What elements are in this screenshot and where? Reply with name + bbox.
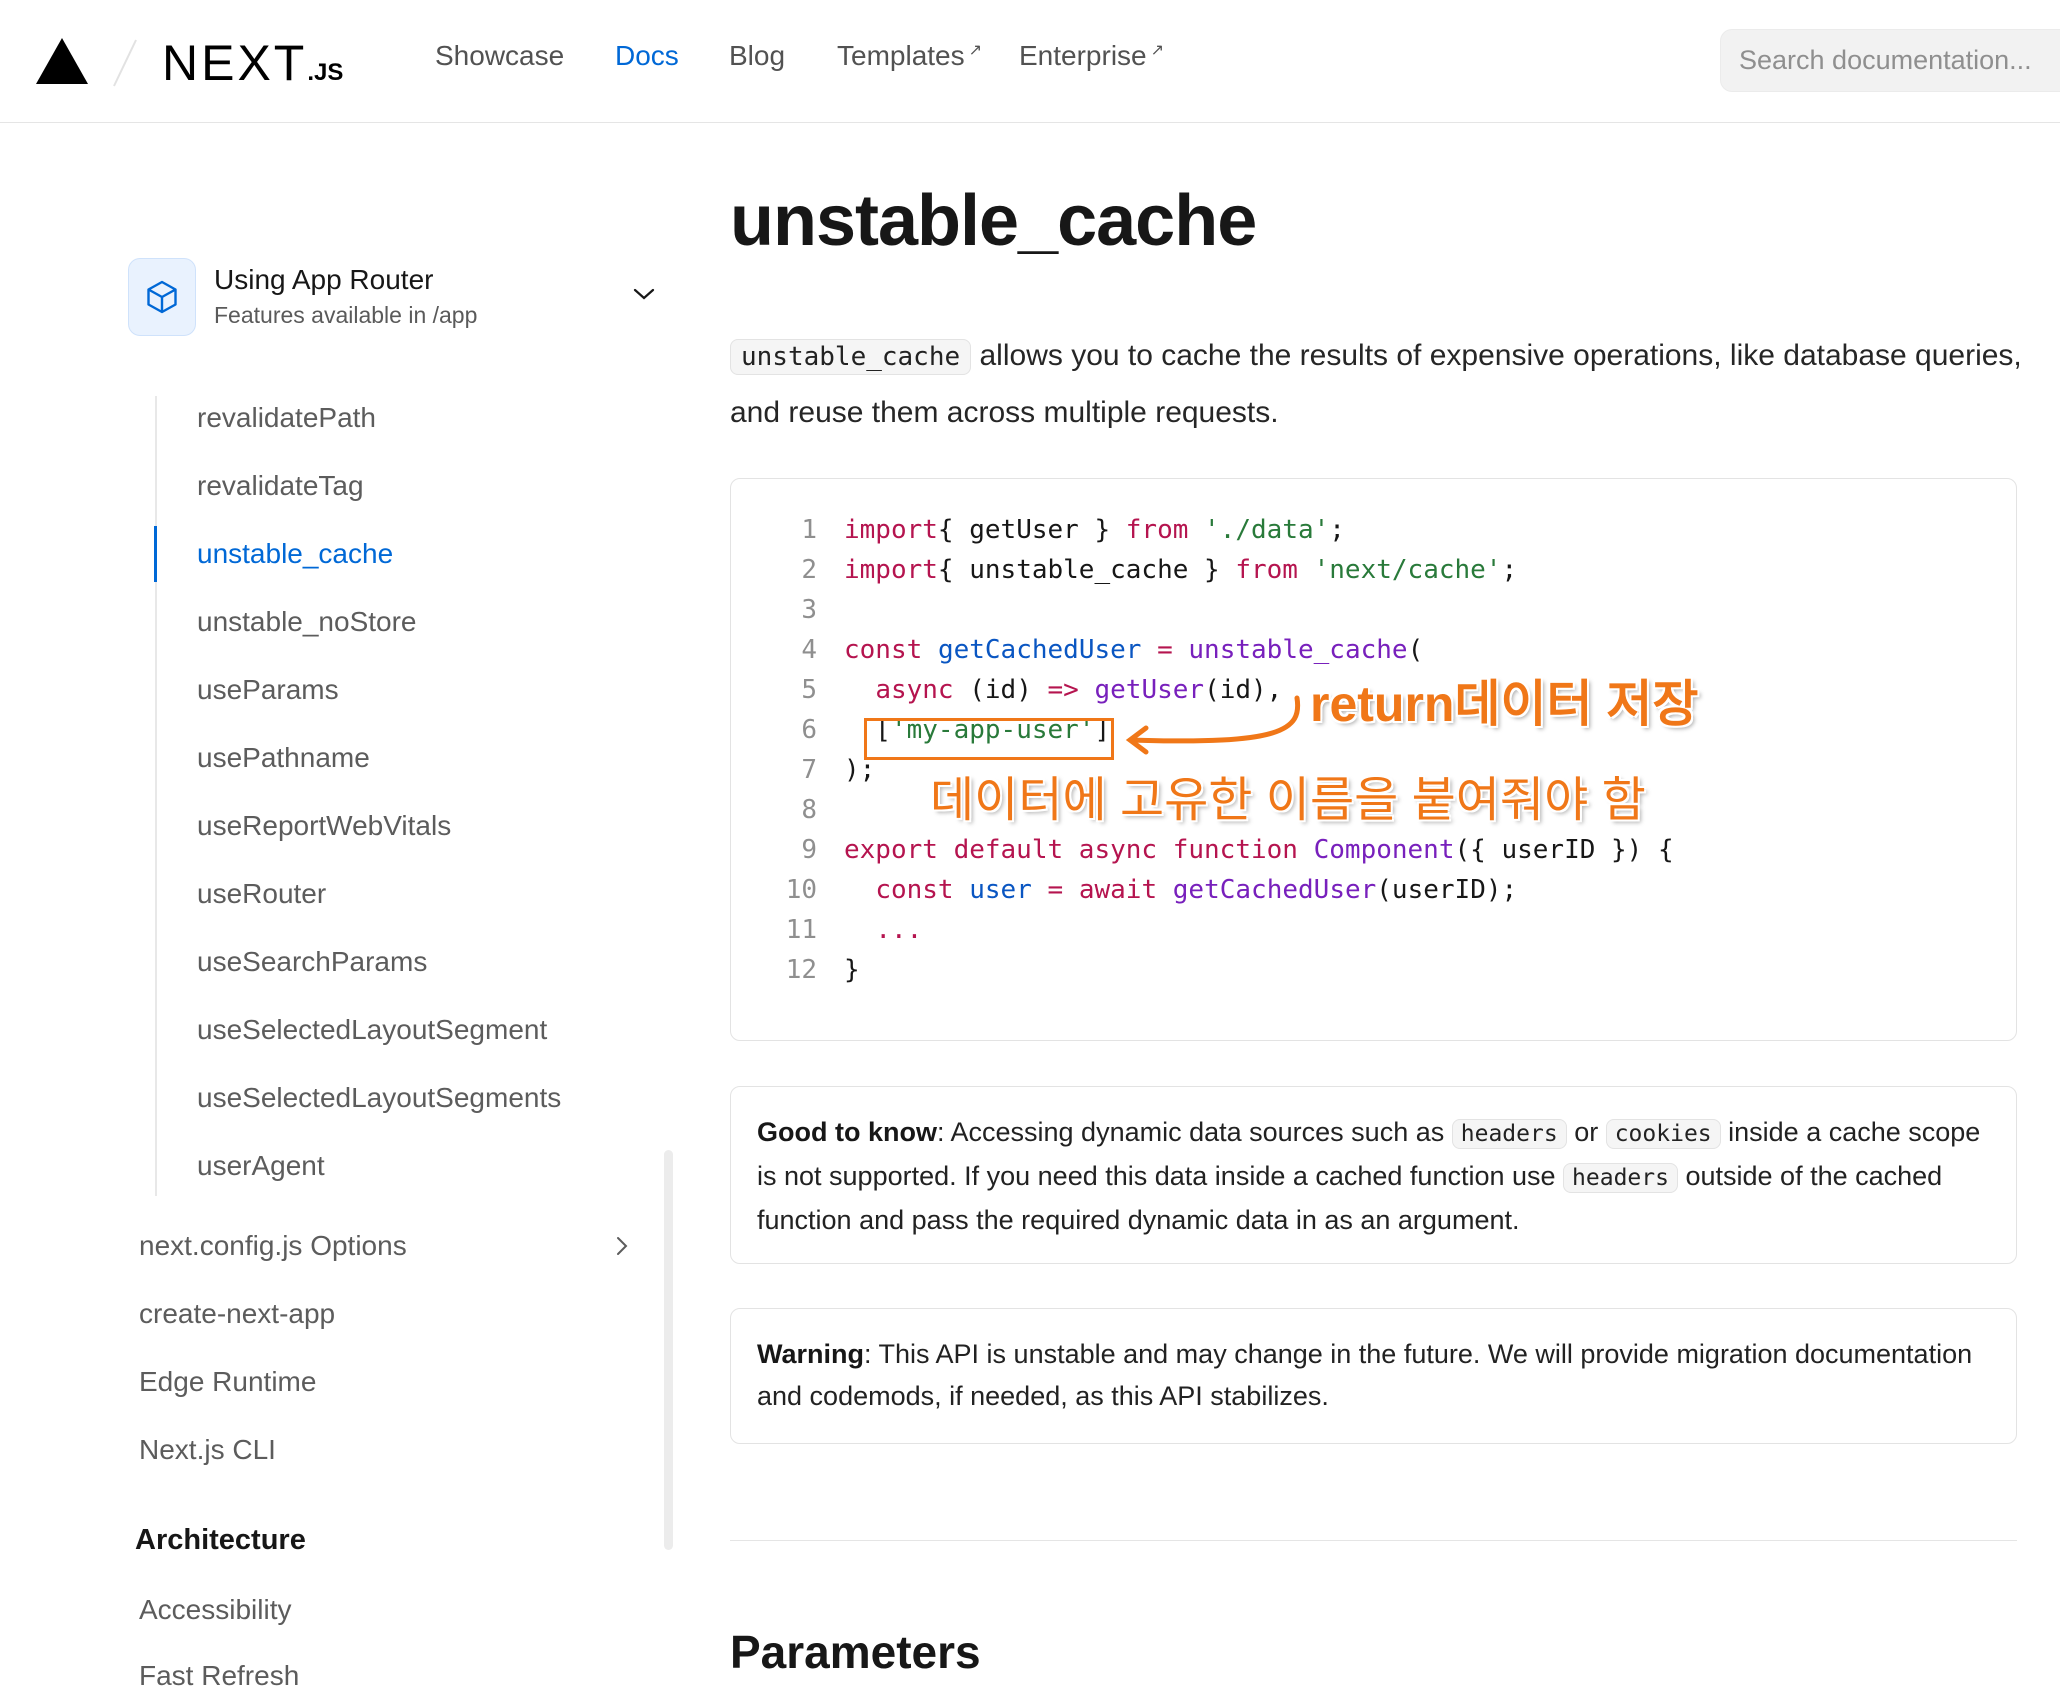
nav-label: Templates xyxy=(837,40,965,71)
chevron-down-icon xyxy=(633,288,655,300)
intro-paragraph: unstable_cache allows you to cache the r… xyxy=(730,328,2030,441)
code-text: export default async function Component(… xyxy=(844,835,1674,865)
router-selector[interactable]: Using App Router Features available in /… xyxy=(128,256,668,340)
external-link-icon: ↗ xyxy=(1150,42,1165,59)
line-number: 3 xyxy=(801,595,817,625)
nav-label: Docs xyxy=(615,40,679,71)
nav-label: Enterprise xyxy=(1019,40,1147,71)
line-number: 6 xyxy=(801,715,817,745)
brand-text: NEXT xyxy=(162,35,308,91)
code-text: const user = await getCachedUser(userID)… xyxy=(875,875,1518,905)
sidebar-item-usesearchparams[interactable]: useSearchParams xyxy=(197,946,427,978)
nav-docs[interactable]: Docs xyxy=(615,40,679,72)
sidebar-item-useselectedlayoutsegment[interactable]: useSelectedLayoutSegment xyxy=(197,1014,547,1046)
sidebar-item-usepathname[interactable]: usePathname xyxy=(197,742,370,774)
sidebar-item-useparams[interactable]: useParams xyxy=(197,674,339,706)
active-indicator xyxy=(154,526,157,582)
line-number: 10 xyxy=(785,875,817,905)
code-text: import{ unstable_cache } from 'next/cach… xyxy=(844,555,1518,585)
sidebar-item-userouter[interactable]: useRouter xyxy=(197,878,326,910)
search-input[interactable] xyxy=(1721,30,2060,91)
sidebar-item-revalidatetag[interactable]: revalidateTag xyxy=(197,470,364,502)
page-title: unstable_cache xyxy=(730,181,1257,261)
section-divider xyxy=(730,1540,2017,1541)
sidebar-item-unstable-nostore[interactable]: unstable_noStore xyxy=(197,606,417,638)
line-number: 12 xyxy=(785,955,817,985)
line-number: 7 xyxy=(801,755,817,785)
nav-templates[interactable]: Templates ↗ xyxy=(837,40,982,72)
top-header: NEXT.JS Showcase Docs Blog Templates ↗ En… xyxy=(0,0,2060,123)
line-number: 2 xyxy=(801,555,817,585)
good-to-know-callout: Good to know: Accessing dynamic data sou… xyxy=(730,1086,2017,1264)
nav-label: Blog xyxy=(729,40,786,71)
line-number: 1 xyxy=(801,515,817,545)
sidebar-item-fast-refresh[interactable]: Fast Refresh xyxy=(139,1660,299,1690)
router-title: Using App Router xyxy=(214,264,434,295)
sidebar-scrollbar[interactable] xyxy=(664,1150,673,1550)
sidebar-item-useragent[interactable]: userAgent xyxy=(197,1150,325,1182)
vercel-triangle-icon[interactable] xyxy=(36,38,88,84)
nav-enterprise[interactable]: Enterprise ↗ xyxy=(1019,40,1164,72)
nextjs-logo[interactable]: NEXT.JS xyxy=(162,34,343,92)
code-text: const getCachedUser = unstable_cache( xyxy=(844,635,1424,665)
nav-label: Showcase xyxy=(435,40,565,71)
nav-blog[interactable]: Blog xyxy=(729,40,785,72)
callout-text: : Accessing dynamic data sources such as xyxy=(936,1117,1452,1147)
inline-code: headers xyxy=(1451,1119,1567,1149)
sidebar-item-accessibility[interactable]: Accessibility xyxy=(139,1594,291,1626)
router-subtitle: Features available in /app xyxy=(214,302,478,328)
inline-code: headers xyxy=(1563,1163,1678,1193)
inline-code: cookies xyxy=(1605,1119,1721,1149)
code-text: import{ getUser } from './data'; xyxy=(844,515,1345,545)
line-number: 4 xyxy=(801,635,817,665)
sidebar-item-next-config[interactable]: next.config.js Options xyxy=(139,1230,407,1262)
sidebar-item-create-next-app[interactable]: create-next-app xyxy=(139,1298,335,1330)
line-number: 9 xyxy=(801,835,817,865)
annotation-unique-name: 데이터에 고유한 이름을 붙여줘야 함 xyxy=(930,774,1646,827)
sidebar-section-architecture: Architecture xyxy=(135,1524,306,1556)
brand-suffix: .JS xyxy=(307,59,344,86)
callout-text: or xyxy=(1566,1117,1606,1147)
line-number: 5 xyxy=(801,675,817,705)
warning-callout: Warning: This API is unstable and may ch… xyxy=(730,1308,2017,1444)
line-number: 11 xyxy=(785,915,817,945)
divider-slash-icon xyxy=(113,39,137,87)
sidebar-item-unstable-cache[interactable]: unstable_cache xyxy=(197,538,393,570)
annotation-return: return데이터 저장 xyxy=(1310,676,1699,732)
line-number: 8 xyxy=(801,795,817,825)
nav-showcase[interactable]: Showcase xyxy=(435,40,564,72)
section-heading-parameters: Parameters xyxy=(730,1626,981,1678)
external-link-icon: ↗ xyxy=(968,42,983,59)
highlight-box xyxy=(864,718,1114,760)
sidebar-item-revalidatepath[interactable]: revalidatePath xyxy=(197,402,376,434)
chevron-right-icon[interactable] xyxy=(612,1234,632,1258)
cube-icon xyxy=(128,258,196,336)
sidebar-item-usereportwebvitals[interactable]: useReportWebVitals xyxy=(197,810,451,842)
sidebar-item-useselectedlayoutsegments[interactable]: useSelectedLayoutSegments xyxy=(197,1082,561,1114)
callout-label: Good to know xyxy=(757,1117,937,1147)
code-text: ... xyxy=(875,915,923,945)
search-box[interactable] xyxy=(1720,29,2060,92)
callout-label: Warning xyxy=(757,1339,864,1369)
code-text: } xyxy=(844,955,860,985)
callout-text: : This API is unstable and may change in… xyxy=(757,1339,1973,1411)
inline-code: unstable_cache xyxy=(730,339,972,375)
sidebar-item-edge-runtime[interactable]: Edge Runtime xyxy=(139,1366,316,1398)
annotation-arrow-icon xyxy=(1125,695,1301,755)
sidebar-item-nextjs-cli[interactable]: Next.js CLI xyxy=(139,1434,276,1466)
tree-guide-line xyxy=(155,396,157,1196)
